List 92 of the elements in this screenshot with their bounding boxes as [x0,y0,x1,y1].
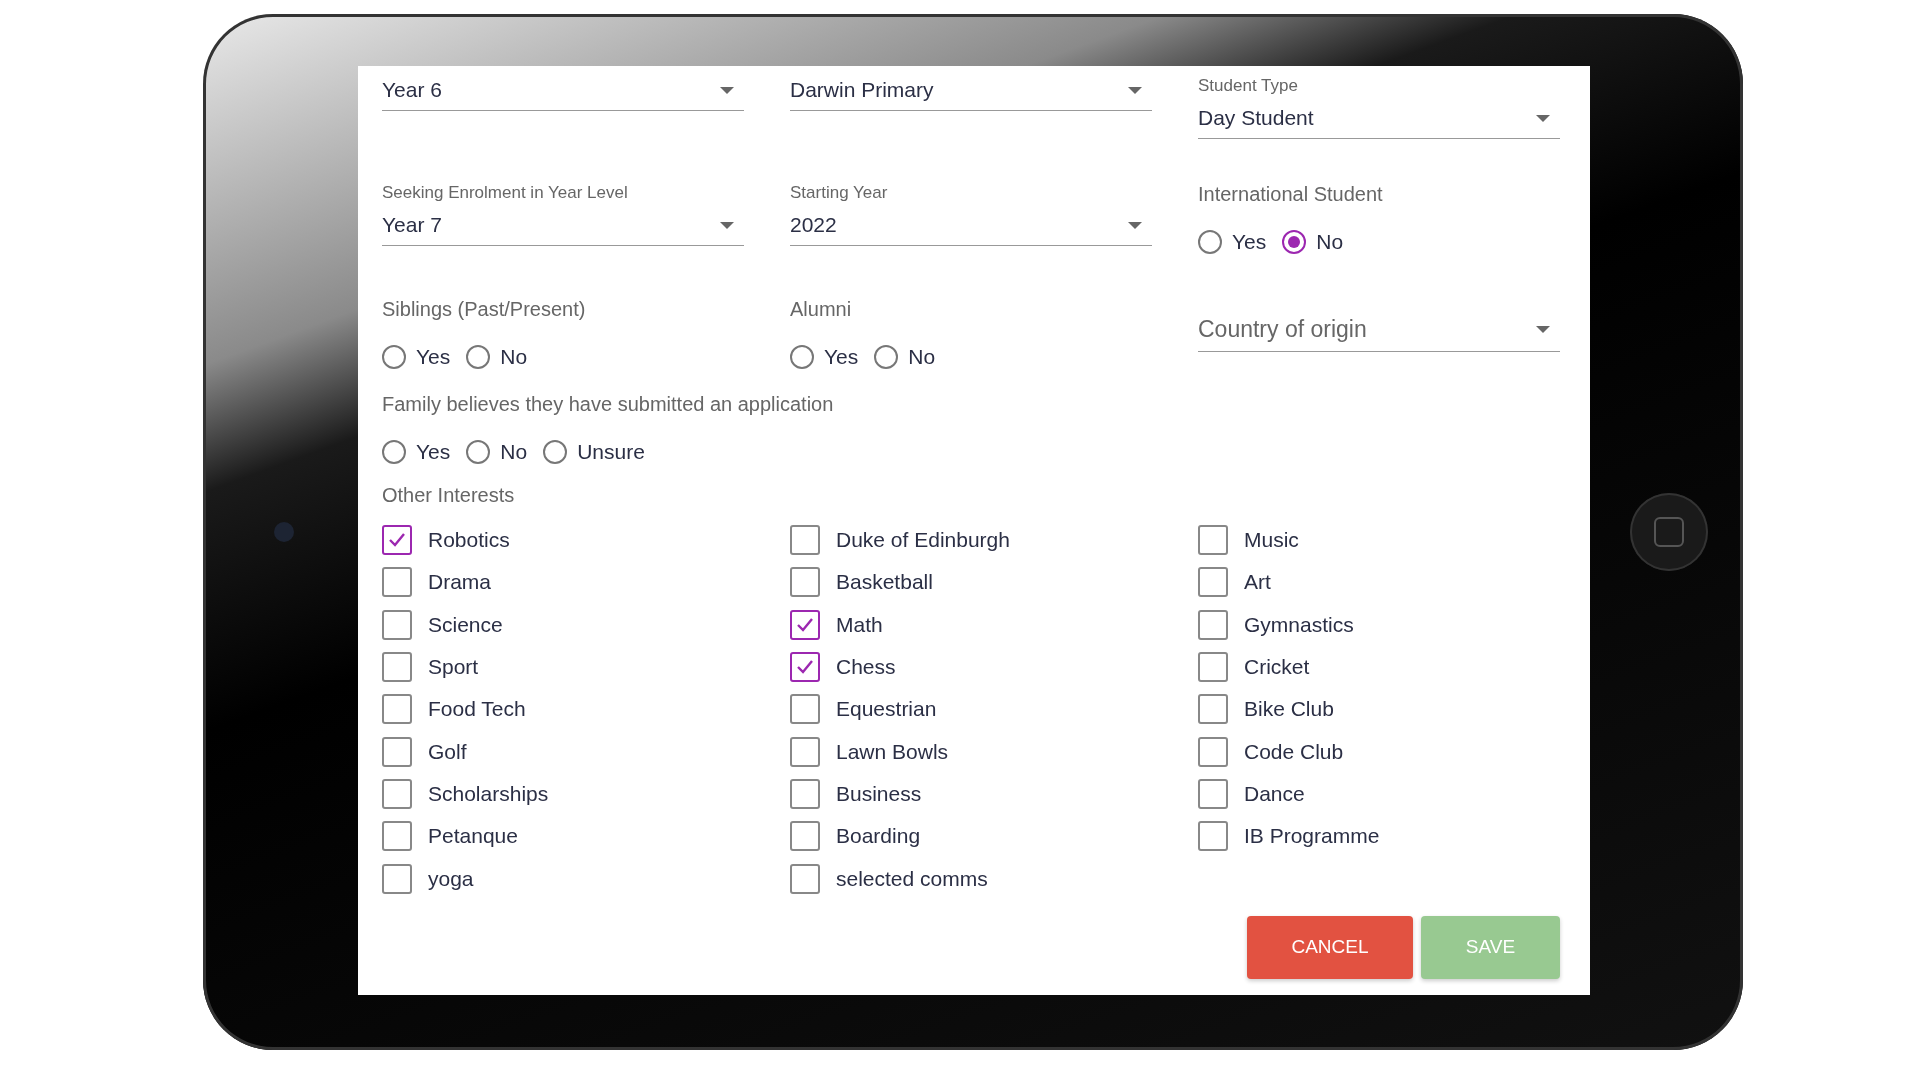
field-label: Student Type [1198,76,1299,96]
checkbox-label: selected comms [836,866,988,891]
checkbox[interactable] [1198,567,1228,598]
radio-label: No [908,345,936,369]
checkbox[interactable] [790,821,820,852]
radio-label: Yes [416,440,451,464]
radio-label: No [500,440,528,464]
checkbox[interactable] [382,778,412,809]
checkbox-label: IB Programme [1244,824,1380,849]
dropdown-field[interactable]: 2022 [790,211,1152,246]
radio-button[interactable] [382,345,406,369]
caret-icon [1536,114,1550,122]
checkbox-label: Sport [428,655,479,680]
radio-label: No [1316,230,1344,254]
checkbox-label: Bike Club [1244,697,1334,722]
radio-button[interactable] [466,440,491,464]
checkbox[interactable] [790,609,820,640]
checkbox[interactable] [1198,778,1228,809]
checkbox-label: Gymnastics [1244,612,1354,637]
field-label: Seeking Enrolment in Year Level [382,183,629,203]
dropdown-field[interactable]: Country of origin [1198,314,1560,352]
checkbox-label: Art [1244,570,1271,595]
checkbox-label: yoga [428,866,474,891]
checkbox-label: Business [836,781,922,806]
checkbox-label: Golf [428,739,467,764]
checkbox[interactable] [382,609,412,640]
checkbox[interactable] [1198,736,1228,767]
checkbox[interactable] [790,778,820,809]
checkbox[interactable] [382,863,412,894]
checkbox[interactable] [382,525,412,556]
radio-button[interactable] [874,345,899,369]
radio-label: Yes [416,345,451,369]
checkbox[interactable] [382,694,412,725]
checkbox[interactable] [382,652,412,683]
checkbox-label: Dance [1244,781,1305,806]
checkbox-label: Duke of Edinburgh [836,528,1010,553]
checkbox-label: Food Tech [428,697,526,722]
caret-icon [1128,221,1142,229]
cancel-button[interactable]: CANCEL [1247,915,1413,979]
checkbox[interactable] [382,567,412,598]
group-label: Alumni [790,298,853,321]
dropdown-field[interactable]: Year 7 [382,211,744,246]
checkbox-label: Basketball [836,570,933,595]
group-label: Family believes they have submitted an application [382,393,835,416]
radio-button[interactable] [1282,230,1307,254]
checkbox-label: Science [428,612,503,637]
radio-label: No [500,345,528,369]
checkbox[interactable] [382,736,412,767]
radio-button[interactable] [790,345,814,369]
dropdown-field[interactable]: Day Student [1198,104,1560,139]
checkbox-label: Cricket [1244,655,1310,680]
checkbox[interactable] [1198,609,1228,640]
radio-label: Unsure [577,440,645,464]
caret-icon [720,221,734,229]
radio-button[interactable] [1198,230,1222,254]
checkbox-label: Equestrian [836,697,937,722]
checkbox[interactable] [1198,525,1228,556]
caret-icon [720,86,734,94]
checkbox-label: Lawn Bowls [836,739,949,764]
checkbox[interactable] [382,821,412,852]
radio-button[interactable] [382,440,406,464]
checkbox[interactable] [1198,821,1228,852]
checkbox-label: Chess [836,655,896,680]
checkbox-label: Drama [428,570,491,595]
checkbox-label: Boarding [836,824,921,849]
checkbox[interactable] [1198,694,1228,725]
section-title: Other Interests [382,484,516,507]
caret-icon [1128,86,1142,94]
caret-icon [1536,326,1550,333]
checkbox[interactable] [790,652,820,683]
group-label: International Student [1198,183,1384,206]
checkbox-label: Code Club [1244,739,1344,764]
checkbox[interactable] [790,694,820,725]
checkbox[interactable] [790,567,820,598]
radio-button[interactable] [466,345,491,369]
group-label: Siblings (Past/Present) [382,298,587,321]
camera-icon [274,522,294,542]
checkbox-label: Math [836,612,883,637]
checkbox[interactable] [790,736,820,767]
checkbox-label: Petanque [428,824,518,849]
dropdown-field[interactable]: Year 6 [382,76,744,111]
checkbox-label: Robotics [428,528,510,553]
field-label: Starting Year [790,183,889,203]
checkbox-label: Scholarships [428,781,549,806]
checkbox[interactable] [790,863,820,894]
dropdown-field[interactable]: Darwin Primary [790,76,1152,111]
radio-label: Yes [824,345,859,369]
radio-label: Yes [1232,230,1267,254]
checkbox[interactable] [1198,652,1228,683]
checkbox-label: Music [1244,528,1299,553]
radio-button[interactable] [543,440,568,464]
checkbox[interactable] [790,525,820,556]
